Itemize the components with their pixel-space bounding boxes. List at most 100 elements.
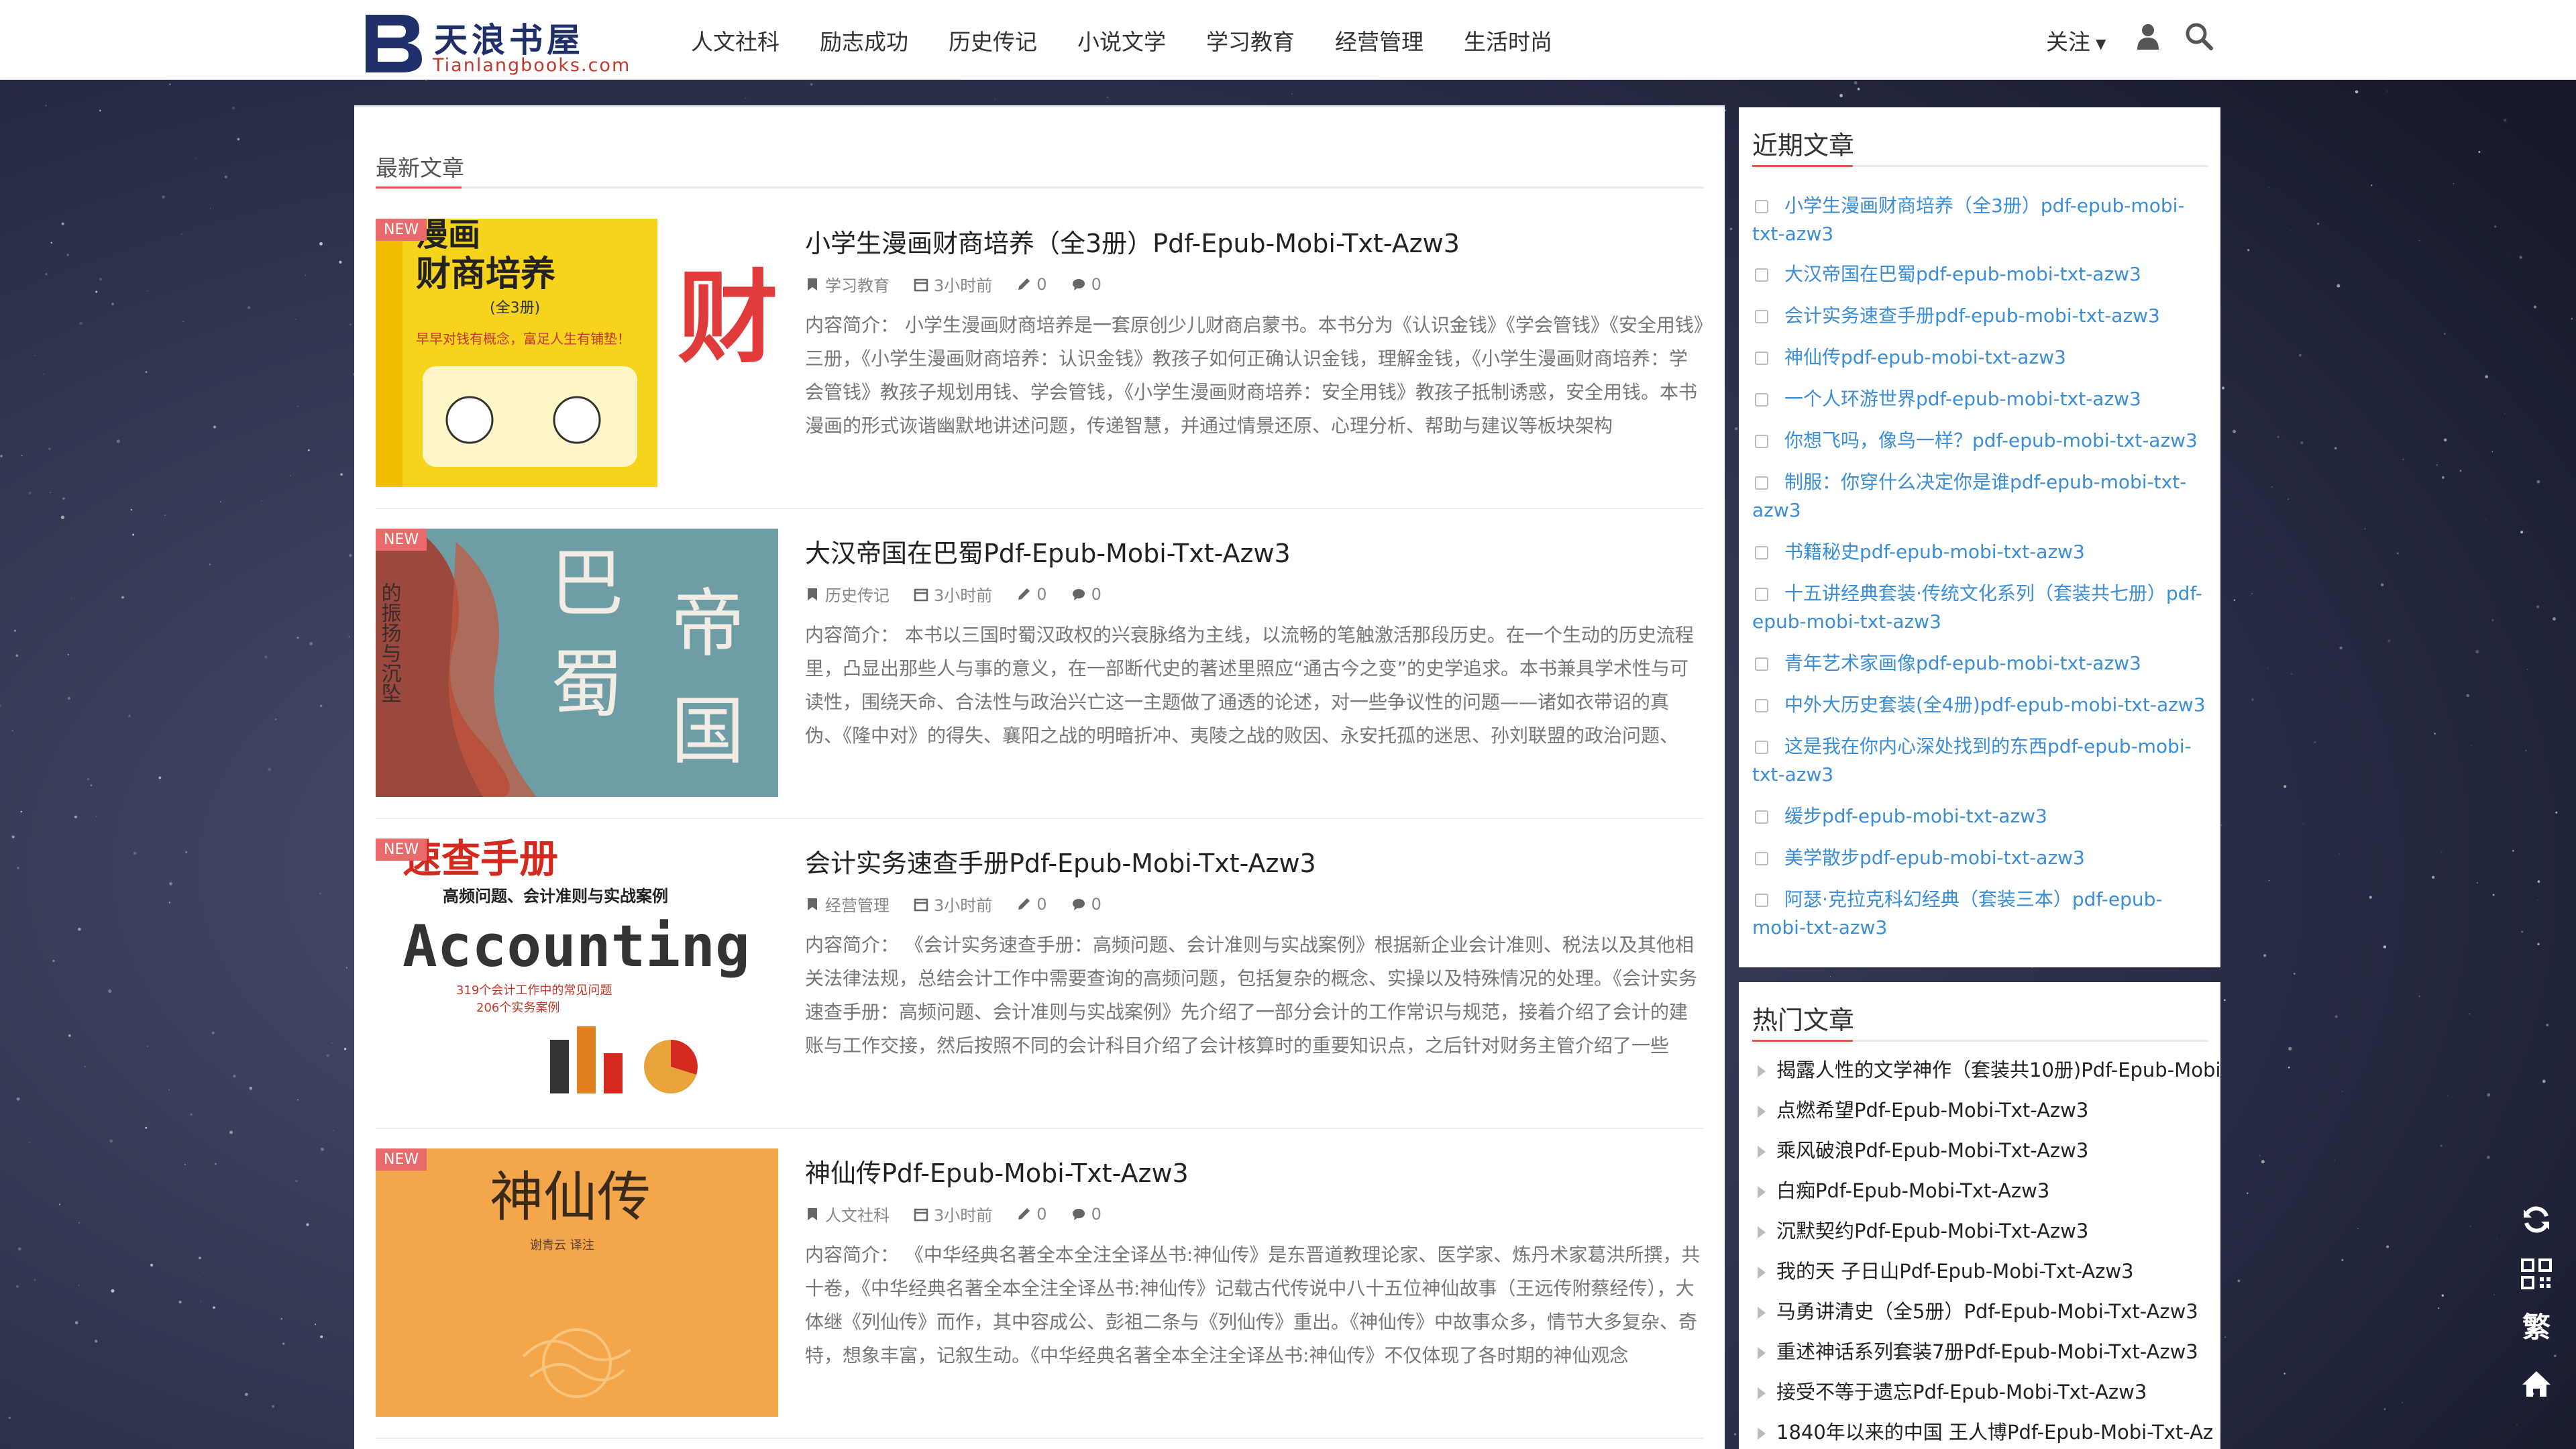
qrcode-icon[interactable] bbox=[2520, 1257, 2553, 1291]
recent-post-link[interactable]: 美学散步pdf-epub-mobi-txt-azw3 bbox=[1752, 844, 2215, 872]
nav-item-fiction[interactable]: 小说文学 bbox=[1077, 24, 1166, 56]
caret-right-icon bbox=[1758, 1347, 1766, 1359]
hot-post-link[interactable]: 乘风破浪Pdf-Epub-Mobi-Txt-Azw3 bbox=[1752, 1136, 2222, 1165]
recent-post-link[interactable]: 青年艺术家画像pdf-epub-mobi-txt-azw3 bbox=[1752, 649, 2215, 678]
nav-item-management[interactable]: 经营管理 bbox=[1335, 24, 1424, 56]
star bbox=[2571, 317, 2573, 320]
star bbox=[28, 1142, 30, 1144]
site-logo[interactable]: 天浪书屋 Tianlangbooks.com bbox=[360, 9, 642, 76]
hot-post-link[interactable]: 白痴Pdf-Epub-Mobi-Txt-Azw3 bbox=[1752, 1177, 2222, 1205]
post-category[interactable]: 学习教育 bbox=[825, 272, 890, 296]
section-title: 最新文章 bbox=[376, 155, 464, 181]
widget-accent-line bbox=[1752, 165, 1853, 167]
cover-accounting-word: Accounting bbox=[402, 913, 750, 980]
post-category[interactable]: 历史传记 bbox=[825, 582, 890, 606]
nav-item-history[interactable]: 历史传记 bbox=[949, 24, 1037, 56]
star bbox=[2317, 223, 2320, 225]
star bbox=[2402, 458, 2404, 461]
user-icon[interactable] bbox=[2133, 21, 2163, 51]
star bbox=[2537, 880, 2540, 883]
star bbox=[67, 696, 71, 700]
star bbox=[348, 636, 350, 637]
star bbox=[2224, 1336, 2226, 1338]
recent-post-link[interactable]: 小学生漫画财商培养（全3册）pdf-epub-mobi-txt-azw3 bbox=[1752, 192, 2215, 248]
home-icon[interactable] bbox=[2520, 1367, 2553, 1401]
post-title-link[interactable]: 神仙传Pdf-Epub-Mobi-Txt-Azw3 bbox=[805, 1152, 1189, 1189]
hot-post-link[interactable]: 揭露人性的文学神作（套装共10册)Pdf-Epub-Mobi bbox=[1752, 1056, 2222, 1084]
star bbox=[84, 1066, 86, 1067]
star bbox=[34, 1279, 36, 1281]
nav-item-humanities[interactable]: 人文社科 bbox=[691, 24, 780, 56]
recent-post-link[interactable]: 中外大历史套装(全4册)pdf-epub-mobi-txt-azw3 bbox=[1752, 691, 2215, 719]
post-title-link[interactable]: 会计实务速查手册Pdf-Epub-Mobi-Txt-Azw3 bbox=[805, 843, 1316, 879]
follow-dropdown[interactable]: 关注 ▼ bbox=[2046, 24, 2106, 56]
star bbox=[209, 207, 211, 209]
post-item: 神仙传 谢青云 译注 NEW 神仙传Pdf-Epub-Mobi-Txt-Azw3… bbox=[376, 1148, 1704, 1417]
star bbox=[2553, 617, 2556, 621]
search-icon[interactable] bbox=[2184, 21, 2214, 51]
star bbox=[2504, 118, 2507, 122]
recent-post-link[interactable]: 书籍秘史pdf-epub-mobi-txt-azw3 bbox=[1752, 538, 2215, 566]
hot-post-link[interactable]: 我的天 子日山Pdf-Epub-Mobi-Txt-Azw3 bbox=[1752, 1257, 2222, 1285]
star bbox=[295, 1179, 298, 1183]
star bbox=[2357, 1228, 2359, 1230]
star bbox=[2533, 305, 2537, 309]
nav-item-lifestyle[interactable]: 生活时尚 bbox=[1464, 24, 1552, 56]
star bbox=[244, 1393, 248, 1396]
recent-post-link[interactable]: 神仙传pdf-epub-mobi-txt-azw3 bbox=[1752, 343, 2215, 372]
star bbox=[306, 1223, 309, 1226]
star bbox=[48, 447, 51, 450]
nav-item-education[interactable]: 学习教育 bbox=[1206, 24, 1295, 56]
hot-post-link[interactable]: 1840年以来的中国 王人博Pdf-Epub-Mobi-Txt-Az bbox=[1752, 1418, 2222, 1446]
star bbox=[94, 1340, 98, 1343]
post-thumbnail[interactable]: 速查手册 高频问题、会计准则与实战案例 Accounting 319个会计工作中… bbox=[376, 839, 778, 1107]
post-item: 漫画 财商培养 (全3册) 早早对钱有概念，富足人生有铺垫！ 财 NEW 小学生… bbox=[376, 219, 1704, 487]
recent-post-link[interactable]: 一个人环游世界pdf-epub-mobi-txt-azw3 bbox=[1752, 385, 2215, 413]
star bbox=[2300, 441, 2304, 444]
star bbox=[2267, 667, 2269, 669]
post-thumbnail[interactable]: 的振扬与沉坠 巴 蜀 帝 国 NEW bbox=[376, 529, 778, 797]
post-thumbnail[interactable]: 神仙传 谢青云 译注 NEW bbox=[376, 1148, 778, 1417]
star bbox=[168, 902, 170, 904]
post-thumbnail[interactable]: 漫画 财商培养 (全3册) 早早对钱有概念，富足人生有铺垫！ 财 NEW bbox=[376, 219, 778, 487]
hot-post-text: 马勇讲清史（全5册）Pdf-Epub-Mobi-Txt-Azw3 bbox=[1776, 1300, 2198, 1323]
post-title-link[interactable]: 小学生漫画财商培养（全3册）Pdf-Epub-Mobi-Txt-Azw3 bbox=[805, 223, 1460, 260]
star bbox=[2302, 823, 2304, 824]
traditional-chinese-toggle[interactable]: 繁 bbox=[2520, 1311, 2553, 1344]
refresh-icon[interactable] bbox=[2520, 1203, 2553, 1236]
recent-post-link[interactable]: 大汉帝国在巴蜀pdf-epub-mobi-txt-azw3 bbox=[1752, 260, 2215, 288]
nav-item-inspiration[interactable]: 励志成功 bbox=[820, 24, 908, 56]
recent-post-link[interactable]: 会计实务速查手册pdf-epub-mobi-txt-azw3 bbox=[1752, 302, 2215, 330]
recent-post-link[interactable]: 阿瑟·克拉克科幻经典（套装三本）pdf-epub-mobi-txt-azw3 bbox=[1752, 885, 2215, 942]
star bbox=[87, 777, 90, 781]
star bbox=[121, 596, 124, 599]
bookmark-icon bbox=[808, 1208, 817, 1220]
recent-post-text: 一个人环游世界pdf-epub-mobi-txt-azw3 bbox=[1784, 388, 2141, 410]
hot-post-text: 白痴Pdf-Epub-Mobi-Txt-Azw3 bbox=[1776, 1179, 2050, 1202]
post-category[interactable]: 经营管理 bbox=[825, 892, 890, 916]
recent-post-link[interactable]: 制服：你穿什么决定你是谁pdf-epub-mobi-txt-azw3 bbox=[1752, 468, 2215, 525]
star bbox=[2504, 413, 2506, 415]
star bbox=[320, 1335, 323, 1338]
star bbox=[16, 1097, 20, 1101]
recent-post-link[interactable]: 十五讲经典套装·传统文化系列（套装共七册）pdf-epub-mobi-txt-a… bbox=[1752, 580, 2215, 636]
star bbox=[178, 1300, 182, 1303]
recent-post-link[interactable]: 缓步pdf-epub-mobi-txt-azw3 bbox=[1752, 802, 2215, 830]
recent-post-text: 阿瑟·克拉克科幻经典（套装三本）pdf-epub-mobi-txt-azw3 bbox=[1752, 888, 2163, 938]
hot-post-link[interactable]: 马勇讲清史（全5册）Pdf-Epub-Mobi-Txt-Azw3 bbox=[1752, 1297, 2222, 1326]
recent-post-text: 制服：你穿什么决定你是谁pdf-epub-mobi-txt-azw3 bbox=[1752, 471, 2187, 521]
recent-post-link[interactable]: 这是我在你内心深处找到的东西pdf-epub-mobi-txt-azw3 bbox=[1752, 733, 2215, 789]
hot-post-link[interactable]: 沉默契约Pdf-Epub-Mobi-Txt-Azw3 bbox=[1752, 1217, 2222, 1245]
hot-post-link[interactable]: 点燃希望Pdf-Epub-Mobi-Txt-Azw3 bbox=[1752, 1096, 2222, 1124]
hot-post-link[interactable]: 接受不等于遗忘Pdf-Epub-Mobi-Txt-Azw3 bbox=[1752, 1378, 2222, 1406]
bullet-icon bbox=[1755, 352, 1768, 365]
star bbox=[99, 278, 103, 281]
star bbox=[52, 959, 55, 963]
post-title-link[interactable]: 大汉帝国在巴蜀Pdf-Epub-Mobi-Txt-Azw3 bbox=[805, 533, 1291, 570]
post-meta: 历史传记 3小时前 0 0 bbox=[805, 582, 1102, 606]
recent-post-link[interactable]: 你想飞吗，像鸟一样？pdf-epub-mobi-txt-azw3 bbox=[1752, 427, 2215, 455]
hot-post-text: 1840年以来的中国 王人博Pdf-Epub-Mobi-Txt-Az bbox=[1776, 1421, 2214, 1444]
post-category[interactable]: 人文社科 bbox=[825, 1202, 890, 1226]
recent-post-text: 美学散步pdf-epub-mobi-txt-azw3 bbox=[1784, 847, 2085, 869]
hot-post-link[interactable]: 重述神话系列套装7册Pdf-Epub-Mobi-Txt-Azw3 bbox=[1752, 1338, 2222, 1366]
